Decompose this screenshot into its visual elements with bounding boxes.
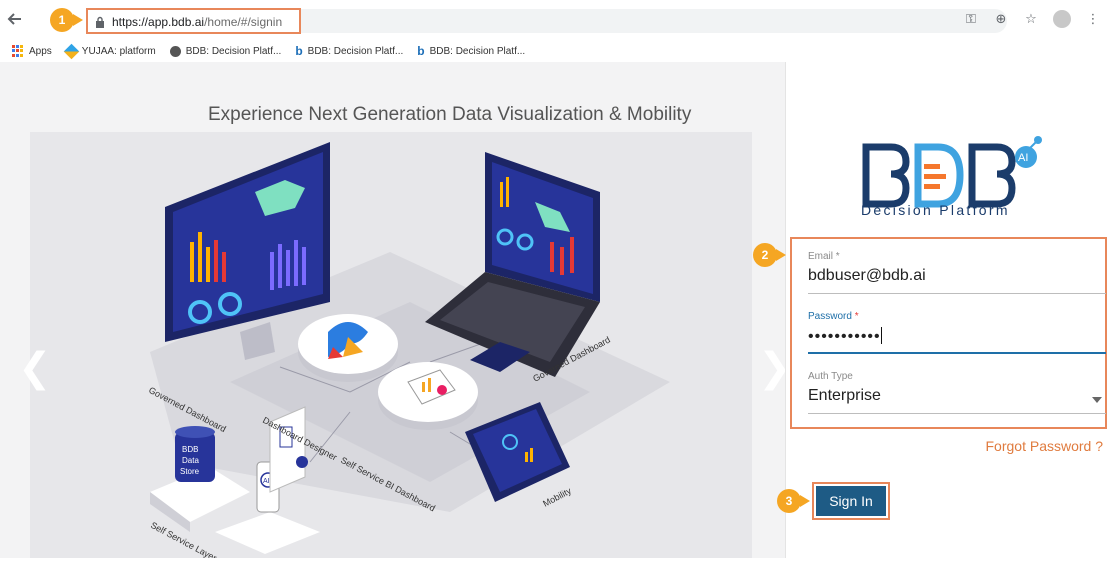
hero-illustration: BDB Data Store AI Governed Dashboard Das…	[30, 132, 752, 563]
back-arrow-icon[interactable]	[6, 10, 24, 28]
auth-type-label: Auth Type	[808, 371, 853, 382]
url-text: https://app.bdb.ai/home/#/signin	[112, 15, 283, 29]
login-panel: AI Decision Platform 2 Email * bdbuser@b…	[753, 62, 1107, 558]
cube-icon	[63, 43, 80, 59]
address-bar-background	[300, 9, 1007, 33]
bdb-b-icon: b	[295, 44, 303, 58]
browser-toolbar: 1 https://app.bdb.ai/home/#/signin ⚿ ⊕ ☆…	[0, 0, 1107, 38]
datastore-label-3: Store	[180, 467, 200, 476]
email-field[interactable]: Email * bdbuser@bdb.ai	[808, 251, 1106, 294]
email-input[interactable]: bdbuser@bdb.ai	[808, 267, 1106, 294]
logo-tagline: Decision Platform	[861, 202, 1010, 218]
dashboard-designer-disc	[298, 314, 398, 382]
bdb-b-icon: b	[417, 44, 425, 58]
carousel-prev-arrow-icon[interactable]: ❮	[18, 348, 52, 388]
profile-icon[interactable]	[1053, 10, 1071, 28]
password-label: Password *	[808, 311, 859, 322]
forgot-password-link[interactable]: Forgot Password ?	[986, 438, 1104, 454]
bookmark-bdb-2[interactable]: b BDB: Decision Platf...	[295, 44, 403, 58]
menu-icon[interactable]: ⋮	[1085, 11, 1101, 27]
bookmark-bdb-3[interactable]: b BDB: Decision Platf...	[417, 44, 525, 58]
apps-grid-icon	[12, 45, 24, 57]
password-input[interactable]: •••••••••••	[808, 327, 1106, 354]
step-badge-3: 3	[777, 489, 810, 513]
ai-label: AI	[263, 478, 270, 485]
lock-icon	[96, 16, 104, 28]
auth-type-select[interactable]: Auth Type Enterprise	[808, 371, 1106, 414]
password-field[interactable]: Password * •••••••••••	[808, 311, 1106, 354]
step-badge-1: 1	[50, 8, 83, 32]
auth-type-value[interactable]: Enterprise	[808, 387, 1106, 414]
text-caret	[880, 327, 882, 344]
key-icon[interactable]: ⚿	[963, 11, 979, 27]
bookmark-yujaa[interactable]: YUJAA: platform	[63, 43, 156, 59]
platform-illustration: BDB Data Store AI Governed Dashboard Das…	[147, 142, 670, 563]
sign-in-button[interactable]: Sign In	[816, 486, 886, 516]
bookmarks-bar: Apps YUJAA: platform BDB: Decision Platf…	[0, 40, 1107, 62]
dropdown-arrow-icon[interactable]	[1092, 397, 1102, 403]
browser-actions: ⚿ ⊕ ☆ ⋮	[963, 10, 1101, 28]
address-bar[interactable]: https://app.bdb.ai/home/#/signin	[86, 8, 301, 34]
datastore-label-2: Data	[182, 456, 199, 465]
bookmark-bdb-1[interactable]: BDB: Decision Platf...	[169, 45, 281, 57]
sign-in-highlight: Sign In	[812, 482, 890, 520]
step-badge-2: 2	[753, 243, 786, 267]
bookmark-apps[interactable]: Apps	[12, 45, 52, 57]
hero-carousel: Experience Next Generation Data Visualiz…	[0, 62, 792, 563]
star-icon[interactable]: ☆	[1023, 11, 1039, 27]
self-service-bi-disc	[378, 362, 478, 430]
logo-ai-badge: AI	[1018, 152, 1028, 164]
email-label: Email *	[808, 251, 840, 262]
zoom-icon[interactable]: ⊕	[993, 11, 1009, 27]
globe-icon	[169, 45, 181, 57]
credentials-highlight: Email * bdbuser@bdb.ai Password * ••••••…	[790, 237, 1107, 429]
datastore-label-1: BDB	[182, 445, 198, 454]
label-mobility: Mobility	[541, 485, 573, 508]
carousel-headline: Experience Next Generation Data Visualiz…	[208, 104, 692, 125]
